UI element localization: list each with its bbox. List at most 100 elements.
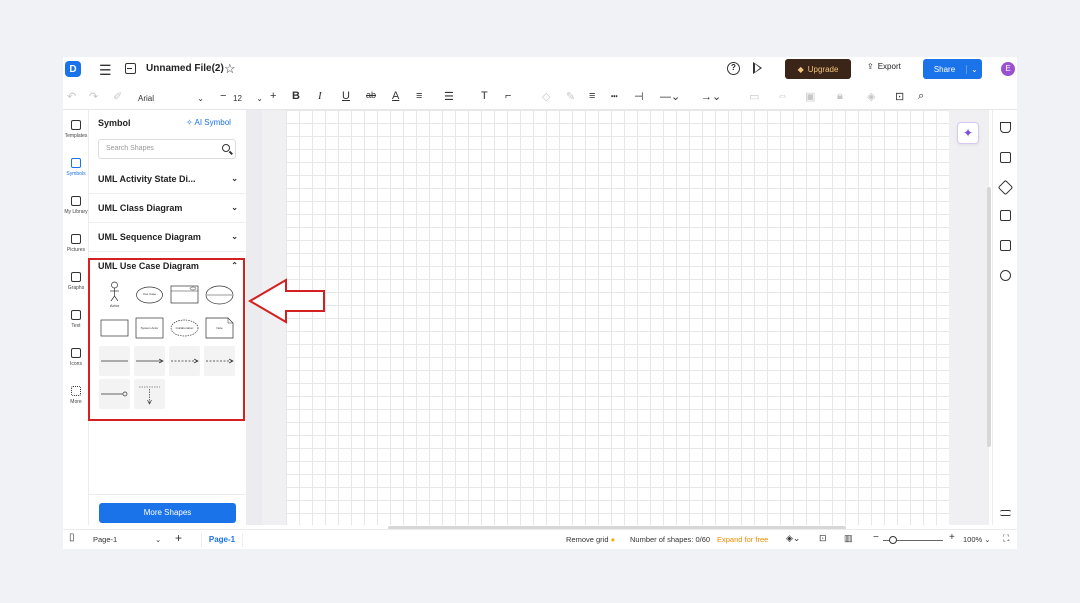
group-icon[interactable]: ▭ <box>749 90 759 103</box>
rail-templates[interactable]: Templates <box>63 120 89 139</box>
avatar[interactable]: E <box>1001 62 1015 76</box>
font-select[interactable]: Arial ⌄ <box>133 90 209 106</box>
zoom-slider-handle[interactable] <box>889 536 897 544</box>
app-logo[interactable]: D <box>65 61 81 77</box>
fill-icon[interactable]: ◇ <box>542 90 550 103</box>
upgrade-button[interactable]: ◆ Upgrade <box>785 59 851 79</box>
rail-label: More <box>70 399 82 405</box>
category-uml-class[interactable]: UML Class Diagram ⌄ <box>98 203 238 213</box>
italic-icon[interactable]: I <box>318 90 322 102</box>
history-icon[interactable] <box>1000 270 1011 281</box>
search-placeholder: Search Shapes <box>106 145 154 152</box>
format-painter-icon[interactable]: ✐ <box>113 90 122 103</box>
ai-sparkle-icon[interactable]: ✦ <box>957 122 979 144</box>
file-name[interactable]: Unnamed File(2) <box>146 63 224 74</box>
fill-bucket-icon[interactable] <box>1000 122 1011 133</box>
export-button[interactable]: ⇪ Export <box>867 62 901 71</box>
underline-icon[interactable]: U <box>342 90 350 102</box>
ai-symbol-link[interactable]: ✧ AI Symbol <box>186 118 231 127</box>
expand-link[interactable]: Expand for free <box>717 535 768 544</box>
add-page-icon[interactable]: + <box>175 531 182 545</box>
canvas-grid[interactable] <box>286 110 949 525</box>
shape-icon[interactable]: ◈ <box>867 90 875 103</box>
edit-icon[interactable]: ⊡ <box>895 90 904 103</box>
font-decrease-icon[interactable]: − <box>220 90 226 102</box>
zoom-level[interactable]: 100% ⌄ <box>963 535 991 544</box>
rail-symbols[interactable]: Symbols <box>63 158 89 177</box>
line-spacing-icon[interactable]: ☰ <box>444 90 454 103</box>
highlight-box <box>88 258 245 421</box>
category-uml-activity[interactable]: UML Activity State Di... ⌄ <box>98 174 238 184</box>
rail-label: Icons <box>70 361 82 367</box>
rail-pictures[interactable]: Pictures <box>63 234 89 253</box>
font-color-icon[interactable]: A <box>392 90 399 102</box>
templates-icon <box>71 120 81 130</box>
chevron-down-icon: ⌄ <box>231 232 238 241</box>
arrow-style-icon[interactable]: →⌄ <box>701 90 721 103</box>
find-replace-icon[interactable]: ⌕ <box>918 90 924 103</box>
upgrade-label: Upgrade <box>807 64 839 74</box>
zoom-value: 100% <box>963 535 983 544</box>
crown-icon: ● <box>610 535 616 544</box>
fullscreen-icon[interactable]: ⛶ <box>1003 533 1009 544</box>
bold-icon[interactable]: B <box>292 90 300 102</box>
distribute-icon[interactable]: ▣ <box>805 90 815 103</box>
redo-icon[interactable]: ↷ <box>89 90 98 103</box>
search-icon[interactable] <box>222 144 230 152</box>
font-value: Arial <box>138 93 155 103</box>
font-increase-icon[interactable]: + <box>270 90 276 102</box>
rail-text[interactable]: Text <box>63 310 89 329</box>
rail-icons[interactable]: Icons <box>63 348 89 367</box>
page-select[interactable]: Page-1 <box>93 535 117 544</box>
zoom-in-icon[interactable]: + <box>949 532 955 543</box>
map-icon[interactable]: ▥ <box>844 533 853 544</box>
rail-label: Graphs <box>67 285 85 291</box>
page-panel-icon[interactable]: ▯ <box>69 532 75 543</box>
canvas-area <box>246 110 989 530</box>
text-icon[interactable]: T <box>481 90 488 102</box>
line-type-icon[interactable]: —⌄ <box>660 90 680 103</box>
zoom-out-icon[interactable]: − <box>873 532 879 543</box>
brush-icon[interactable] <box>997 179 1014 196</box>
file-icon <box>125 63 136 74</box>
chevron-down-icon: ⌄ <box>256 93 263 103</box>
line-dash-icon[interactable]: ┅ <box>611 90 618 103</box>
star-icon[interactable]: ☆ <box>224 61 236 77</box>
chevron-down-icon[interactable]: ⌄ <box>155 535 161 544</box>
menu-icon[interactable]: ☰ <box>99 62 112 79</box>
align-icon[interactable]: ≡ <box>416 90 422 102</box>
search-input[interactable]: Search Shapes <box>98 139 236 159</box>
fit-icon[interactable]: ⊡ <box>819 533 827 544</box>
settings-icon[interactable] <box>1000 510 1011 516</box>
line-weight-icon[interactable]: ≡ <box>589 90 595 102</box>
rail-library[interactable]: My Library <box>63 196 89 215</box>
vertical-scrollbar[interactable] <box>987 187 991 447</box>
icons-icon <box>71 348 81 358</box>
share-label: Share <box>933 64 956 74</box>
rail-more[interactable]: More <box>63 386 89 405</box>
line-style-icon[interactable]: ⊣ <box>634 90 644 103</box>
page-tab[interactable]: Page-1 <box>201 533 243 547</box>
chevron-down-icon[interactable]: ⌄ <box>966 64 982 74</box>
category-uml-sequence[interactable]: UML Sequence Diagram ⌄ <box>98 232 238 242</box>
remove-grid-button[interactable]: Remove grid ● <box>566 535 615 544</box>
page-icon[interactable] <box>1000 240 1011 251</box>
flip-icon[interactable]: ⇔ <box>777 90 788 102</box>
export-label: Export <box>877 62 901 71</box>
style-icon[interactable] <box>1000 152 1011 163</box>
layers-icon[interactable]: ◈⌄ <box>786 533 800 544</box>
more-shapes-button[interactable]: More Shapes <box>99 503 236 523</box>
presentation-icon[interactable] <box>1000 210 1011 221</box>
pictures-icon <box>71 234 81 244</box>
lock-icon[interactable]: 🔒︎ <box>837 90 843 103</box>
line-color-icon[interactable]: ✎ <box>566 90 575 103</box>
strikethrough-icon[interactable]: ab <box>366 90 376 100</box>
connector-icon[interactable]: ⌐ <box>505 90 511 102</box>
rail-graphs[interactable]: Graphs <box>63 272 89 291</box>
share-button[interactable]: Share ⌄ <box>923 59 982 79</box>
help-icon[interactable]: ? <box>727 62 740 75</box>
play-icon[interactable] <box>753 62 762 74</box>
undo-icon[interactable]: ↶ <box>67 90 76 103</box>
font-size-select[interactable]: 12 ⌄ <box>233 90 263 106</box>
divider <box>89 251 246 252</box>
